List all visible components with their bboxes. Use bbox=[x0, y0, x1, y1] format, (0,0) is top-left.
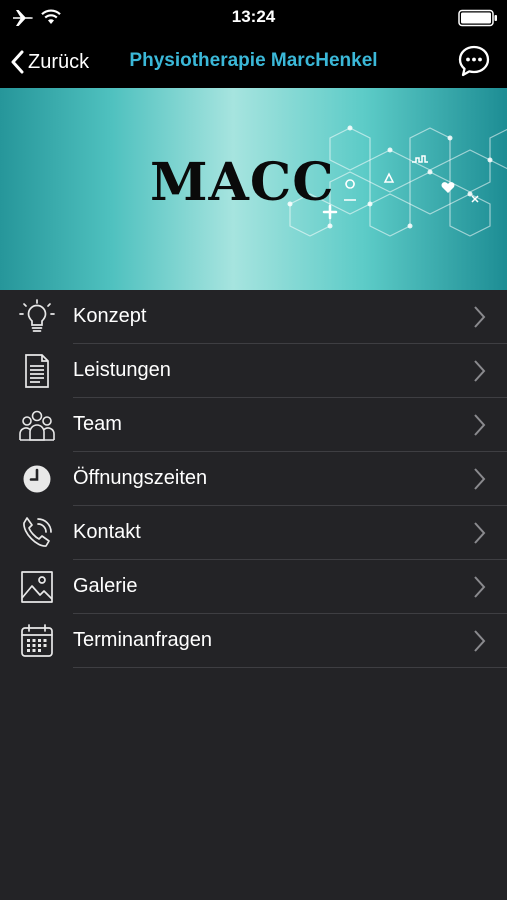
chevron-right-icon bbox=[474, 630, 486, 652]
divider bbox=[73, 667, 507, 668]
menu-item-oeffnungszeiten[interactable]: Öffnungszeiten bbox=[0, 452, 507, 506]
menu-item-leistungen[interactable]: Leistungen bbox=[0, 344, 507, 398]
menu-item-label: Kontakt bbox=[73, 521, 141, 543]
menu-item-label: Öffnungszeiten bbox=[73, 467, 208, 489]
chevron-right-icon bbox=[474, 522, 486, 544]
menu-list: Konzept Leistungen Team Öffnungszeiten K… bbox=[0, 290, 507, 668]
heart-icon bbox=[441, 182, 455, 193]
lightbulb-icon bbox=[19, 299, 55, 332]
calendar-icon bbox=[21, 624, 53, 657]
status-bar: 13:24 bbox=[0, 0, 507, 36]
banner-logo-text: MACC bbox=[150, 152, 335, 213]
header-banner: MACC bbox=[0, 88, 507, 290]
chevron-right-icon bbox=[474, 306, 486, 328]
page-title: Physiotherapie MarcHenkel bbox=[129, 50, 378, 71]
chevron-right-icon bbox=[474, 468, 486, 490]
menu-item-label: Terminanfragen bbox=[73, 629, 212, 651]
chevron-right-icon bbox=[474, 360, 486, 382]
chevron-right-icon bbox=[474, 576, 486, 598]
document-icon bbox=[25, 354, 49, 388]
menu-item-label: Leistungen bbox=[73, 359, 171, 381]
phone-icon bbox=[23, 517, 52, 547]
nav-bar: Zurück Physiotherapie MarcHenkel bbox=[0, 36, 507, 88]
clock-icon bbox=[23, 465, 51, 493]
menu-item-team[interactable]: Team bbox=[0, 398, 507, 452]
menu-item-label: Konzept bbox=[73, 305, 147, 327]
menu-item-konzept[interactable]: Konzept bbox=[0, 290, 507, 344]
menu-item-label: Galerie bbox=[73, 575, 138, 597]
status-time: 13:24 bbox=[231, 7, 276, 26]
chat-bubble-icon[interactable] bbox=[457, 44, 491, 78]
menu-item-label: Team bbox=[73, 413, 122, 435]
battery-icon bbox=[458, 9, 497, 27]
image-icon bbox=[21, 571, 53, 603]
menu-item-kontakt[interactable]: Kontakt bbox=[0, 506, 507, 560]
chevron-right-icon bbox=[474, 414, 486, 436]
team-icon bbox=[19, 410, 55, 441]
menu-item-galerie[interactable]: Galerie bbox=[0, 560, 507, 614]
menu-item-terminanfragen[interactable]: Terminanfragen bbox=[0, 614, 507, 668]
